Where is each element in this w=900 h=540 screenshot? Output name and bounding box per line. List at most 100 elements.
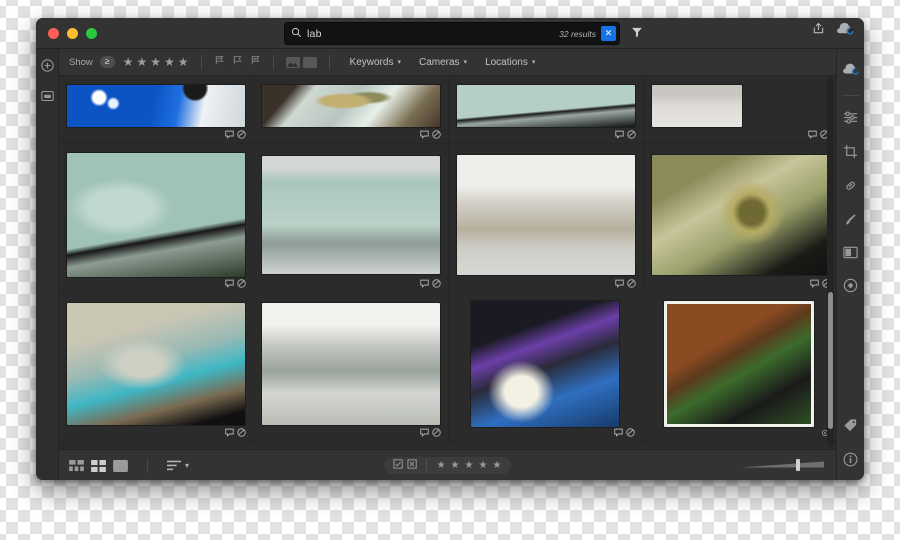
rating-star-4[interactable]: ★ [478, 460, 487, 471]
slider-track [740, 461, 824, 468]
thumbnail-lab-floor[interactable] [644, 76, 836, 144]
rating-star-3[interactable]: ★ [465, 460, 474, 471]
add-icon[interactable] [40, 59, 54, 77]
search-results-count: 32 results [559, 28, 596, 39]
library-icon[interactable] [40, 89, 54, 107]
slider-handle[interactable] [796, 459, 800, 471]
close-button[interactable] [48, 27, 59, 39]
edited-badge-icon [627, 279, 636, 288]
pill-divider [425, 459, 427, 471]
rating-star-1[interactable]: ★ [437, 460, 446, 471]
cloud-sync-button[interactable] [836, 21, 855, 41]
masking-icon[interactable] [843, 246, 858, 264]
show-label: Show [69, 56, 93, 68]
thumbnail-gravel-tank[interactable] [254, 76, 449, 144]
search-field[interactable]: lab 32 results ✕ [284, 22, 620, 45]
photo-filter-icon[interactable] [285, 56, 300, 68]
thumbnail-purple-equipment[interactable] [449, 293, 643, 442]
crop-icon[interactable] [843, 144, 858, 164]
star-1[interactable]: ★ [123, 55, 134, 69]
titlebar-actions [811, 21, 855, 41]
sort-icon [167, 460, 181, 470]
grid-scrollbar[interactable] [827, 78, 834, 447]
flag-rejected-icon[interactable] [406, 456, 417, 474]
comment-badge-icon [615, 279, 624, 288]
thumbnail-sky-water[interactable] [59, 76, 254, 144]
keyword-tag-icon[interactable] [843, 418, 858, 438]
chevron-down-icon: ▾ [397, 59, 401, 66]
info-icon[interactable] [843, 452, 858, 472]
thumbnail-badges [225, 428, 246, 437]
divider-bottom [147, 457, 148, 473]
chevron-down-icon: ▾ [531, 59, 536, 66]
view-mode-group: ▾ [69, 457, 189, 473]
flag-filter-group [214, 55, 261, 69]
rating-operator-button[interactable]: ≥ [99, 56, 115, 68]
rating-stars-group[interactable]: ★ ★ ★ ★ ★ [431, 460, 508, 471]
flag-picked-icon[interactable] [392, 456, 403, 474]
zoom-button[interactable] [86, 27, 97, 39]
thumbnail-tank-shelf[interactable] [449, 76, 644, 144]
rating-toolbar: ★ ★ ★ ★ ★ [383, 456, 512, 474]
right-rail-bottom [837, 418, 864, 472]
healing-brush-icon[interactable] [843, 178, 858, 198]
flag-picked-icon[interactable] [214, 55, 225, 69]
thumbnail-fishroom-racks[interactable] [449, 144, 644, 293]
share-button[interactable] [811, 21, 826, 41]
thumbnail-aquarium-fish[interactable] [59, 144, 254, 293]
photo-grid-area[interactable] [59, 76, 836, 449]
thumbnail-macro-olive[interactable] [644, 144, 836, 293]
edited-badge-icon [625, 428, 635, 437]
photo-grid-row-partial [59, 76, 836, 144]
thumbnail-size-slider[interactable] [740, 458, 824, 472]
clear-search-button[interactable]: ✕ [601, 26, 616, 41]
sort-button[interactable]: ▾ [167, 460, 189, 471]
comment-badge-icon [225, 130, 234, 139]
cameras-dropdown[interactable]: Cameras ▾ [411, 55, 475, 70]
rating-filter-stars[interactable]: ★ ★ ★ ★ ★ [123, 55, 189, 69]
funnel-icon [632, 27, 642, 38]
photo-image [457, 84, 635, 127]
chevron-down-icon: ▾ [463, 59, 468, 66]
thumbnail-dogs-print[interactable] [642, 293, 836, 442]
pill-flag-group [388, 456, 422, 474]
rating-star-2[interactable]: ★ [451, 460, 460, 471]
keywords-dropdown[interactable]: Keywords ▾ [342, 55, 409, 70]
thumbnail-lab-benches[interactable] [254, 293, 449, 442]
thumbnail-badges [420, 428, 441, 437]
compact-grid-icon[interactable] [69, 459, 84, 472]
flag-rejected-icon[interactable] [250, 55, 261, 69]
divider-1 [200, 54, 202, 70]
locations-dropdown[interactable]: Locations ▾ [477, 55, 543, 70]
rating-star-5[interactable]: ★ [492, 460, 501, 471]
media-type-toggles [285, 56, 317, 68]
photo-image [457, 155, 635, 275]
star-5[interactable]: ★ [178, 55, 189, 69]
comment-badge-icon [420, 428, 429, 437]
thumbnail-badges [420, 279, 441, 288]
center-column: Show ≥ ★ ★ ★ ★ ★ Keywords ▾ Cameras ▾ Lo… [59, 49, 836, 480]
edit-sliders-icon[interactable] [843, 110, 858, 130]
brush-icon[interactable] [843, 212, 858, 232]
cloud-sync-icon[interactable] [842, 62, 860, 81]
star-2[interactable]: ★ [136, 55, 147, 69]
rail-divider [842, 95, 859, 96]
star-4[interactable]: ★ [164, 55, 175, 69]
thumbnail-tank-interior-blur[interactable] [59, 293, 254, 442]
photo-image [652, 155, 830, 275]
search-input-value[interactable]: lab [307, 28, 559, 40]
filter-toggle-button[interactable] [628, 23, 646, 41]
video-filter-icon[interactable] [302, 56, 317, 68]
star-3[interactable]: ★ [150, 55, 161, 69]
minimize-button[interactable] [67, 27, 78, 39]
square-grid-icon[interactable] [91, 459, 106, 472]
single-photo-icon[interactable] [113, 459, 128, 472]
scrollbar-thumb[interactable] [828, 292, 833, 429]
edited-badge-icon [237, 428, 246, 437]
edited-badge-icon [627, 130, 636, 139]
radial-gradient-icon[interactable] [843, 278, 858, 298]
bottom-toolbar: ▾ ★ ★ ★ ★ ★ [59, 449, 836, 480]
photo-image [652, 84, 742, 127]
flag-unflagged-icon[interactable] [232, 55, 243, 69]
thumbnail-aquarium-pair[interactable] [254, 144, 449, 293]
